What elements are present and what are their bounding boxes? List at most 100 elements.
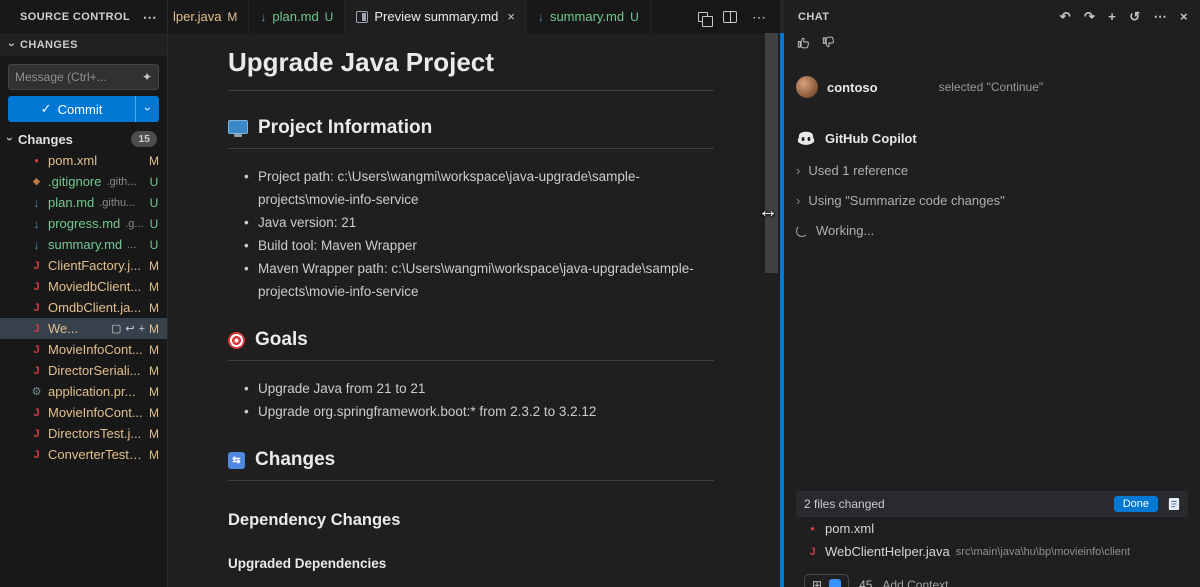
thumbs-up-icon[interactable] xyxy=(796,35,811,50)
md-icon: ↓ xyxy=(260,10,266,24)
file-path: .githu... xyxy=(99,197,144,209)
chat-panel: CHAT ↶↷+↺⋯× contoso selected "Continue" xyxy=(784,0,1200,587)
java-file-icon: J xyxy=(30,428,43,440)
close-icon[interactable]: × xyxy=(1180,9,1188,25)
changed-file-row[interactable]: ●pom.xml xyxy=(796,517,1188,540)
tab-close-icon[interactable]: × xyxy=(507,9,515,24)
java-file-icon: J xyxy=(30,281,43,293)
status-letter: M xyxy=(149,406,159,420)
report-icon[interactable] xyxy=(1168,497,1180,511)
section-heading-text: Project Information xyxy=(258,117,432,139)
tab-label: lper.java xyxy=(173,9,221,24)
tab-label: summary.md xyxy=(550,9,624,24)
scm-file-row[interactable]: ◆.gitignore.gith...U xyxy=(0,171,167,192)
editor-area: lper.javaM↓plan.mdUPreview summary.md×↓s… xyxy=(168,0,780,587)
files-changed-header[interactable]: 2 files changed Done xyxy=(796,491,1188,517)
commit-message-box: ✦ xyxy=(8,64,159,90)
tab[interactable]: lper.javaM xyxy=(168,0,249,33)
sidebar-more-actions-icon[interactable]: ⋯ xyxy=(143,9,157,26)
scm-file-row[interactable]: ↓summary.md...U xyxy=(0,234,167,255)
chat-input-toolbar: ⊞ 45 Add Context... xyxy=(804,571,1180,587)
user-name: contoso xyxy=(827,80,878,95)
chat-header: CHAT ↶↷+↺⋯× xyxy=(784,0,1200,33)
java-file-icon: J xyxy=(30,365,43,377)
file-name: DirectorSeriali... xyxy=(48,363,140,378)
done-button[interactable]: Done xyxy=(1114,496,1158,512)
tab[interactable]: ↓plan.mdU xyxy=(249,0,345,33)
target-icon xyxy=(228,332,245,349)
chat-bottom: 2 files changed Done ●pom.xmlJWebClientH… xyxy=(796,491,1188,587)
commit-dropdown-button[interactable]: › xyxy=(135,96,159,122)
agent-mode-icon[interactable] xyxy=(829,579,841,587)
java-file-icon: J xyxy=(806,546,819,558)
row-right: U xyxy=(149,196,159,210)
redo-icon[interactable]: ↷ xyxy=(1084,9,1095,25)
scm-file-row[interactable]: JConverterTest.j...M xyxy=(0,444,167,465)
scm-file-row[interactable]: ⚙application.pr...M xyxy=(0,381,167,402)
changes-tree-label: Changes xyxy=(18,132,73,147)
generate-message-icon[interactable]: ✦ xyxy=(142,70,152,84)
open-changes-icon[interactable] xyxy=(698,12,708,22)
scm-file-row[interactable]: JClientFactory.j...M xyxy=(0,255,167,276)
scm-file-row[interactable]: JDirectorsTest.j...M xyxy=(0,423,167,444)
chat-body: contoso selected "Continue" GitHub Copil… xyxy=(784,33,1200,587)
status-letter: M xyxy=(149,364,159,378)
step-label: Using "Summarize code changes" xyxy=(808,193,1004,208)
shuffle-icon: ⇆ xyxy=(228,452,245,469)
row-right: M xyxy=(149,154,159,168)
stage-changes-icon[interactable]: + xyxy=(139,323,145,335)
scm-file-row[interactable]: JWe...▢↩+M xyxy=(0,318,167,339)
split-editor-icon[interactable] xyxy=(723,11,737,23)
chat-steps: ›Used 1 reference ›Using "Summarize code … xyxy=(796,148,1188,208)
file-name: MoviedbClient... xyxy=(48,279,141,294)
thumbs-down-icon[interactable] xyxy=(821,35,836,50)
status-letter: M xyxy=(149,448,159,462)
java-file-icon: J xyxy=(30,260,43,272)
bullet-item: Java version: 21 xyxy=(244,211,714,234)
bullet-item: Upgrade Java from 21 to 21 xyxy=(244,377,714,400)
changes-tree-header[interactable]: › Changes 15 xyxy=(0,128,167,150)
row-right: M xyxy=(149,343,159,357)
bullet-item: Upgrade org.springframework.boot:* from … xyxy=(244,400,714,423)
more-icon[interactable]: ⋯ xyxy=(1154,9,1167,25)
step-label: Used 1 reference xyxy=(808,163,908,178)
new-chat-icon[interactable]: + xyxy=(1108,9,1116,25)
commit-message-input[interactable] xyxy=(15,70,142,84)
chat-step[interactable]: ›Using "Summarize code changes" xyxy=(796,193,1188,208)
scm-file-row[interactable]: JMovieInfoCont...M xyxy=(0,339,167,360)
scm-file-row[interactable]: ●pom.xmlM xyxy=(0,150,167,171)
scm-file-row[interactable]: ↓plan.md.githu...U xyxy=(0,192,167,213)
scm-file-row[interactable]: J DirectorSeriali... M xyxy=(0,360,167,381)
status-letter: M xyxy=(149,154,159,168)
chat-step[interactable]: ›Used 1 reference xyxy=(796,163,1188,178)
section-heading-text: Changes xyxy=(255,449,335,471)
commit-button[interactable]: ✓ Commit xyxy=(8,96,135,122)
feedback-row xyxy=(796,35,1188,50)
working-label: Working... xyxy=(816,223,874,238)
changed-file-row[interactable]: JWebClientHelper.javasrc\main\java\hu\bp… xyxy=(796,540,1188,563)
tab[interactable]: ↓summary.mdU xyxy=(527,0,651,33)
tab-label: plan.md xyxy=(272,9,318,24)
vscode-window: SOURCE CONTROL ⋯ › CHANGES ✦ ✓ Commit › … xyxy=(0,0,1200,587)
changed-files-list: ●pom.xmlJWebClientHelper.javasrc\main\ja… xyxy=(796,517,1188,563)
open-file-icon[interactable]: ▢ xyxy=(111,322,121,335)
more-actions-icon[interactable]: ⋯ xyxy=(752,10,766,24)
scm-file-row[interactable]: ↓progress.md.g...U xyxy=(0,213,167,234)
tab[interactable]: Preview summary.md× xyxy=(345,0,527,33)
scm-file-row[interactable]: JMoviedbClient...M xyxy=(0,276,167,297)
changes-section-header[interactable]: › CHANGES xyxy=(0,34,167,56)
bullet-item: Project path: c:\Users\wangmi\workspace\… xyxy=(244,165,714,211)
history-icon[interactable]: ↺ xyxy=(1129,9,1140,25)
status-letter: U xyxy=(149,196,159,210)
commit-button-label: Commit xyxy=(58,102,103,117)
add-context-button[interactable]: Add Context... xyxy=(882,578,958,587)
editor-scrollbar[interactable] xyxy=(765,33,778,273)
file-name: pom.xml xyxy=(48,153,97,168)
chevron-down-icon: › xyxy=(5,37,19,53)
discard-changes-icon[interactable]: ↩ xyxy=(125,322,134,335)
bullet-list: Project path: c:\Users\wangmi\workspace\… xyxy=(228,165,714,303)
scm-file-row[interactable]: JMovieInfoCont...M xyxy=(0,402,167,423)
scm-file-row[interactable]: JOmdbClient.ja...M xyxy=(0,297,167,318)
grid-icon[interactable]: ⊞ xyxy=(812,578,822,587)
undo-icon[interactable]: ↶ xyxy=(1060,9,1071,25)
